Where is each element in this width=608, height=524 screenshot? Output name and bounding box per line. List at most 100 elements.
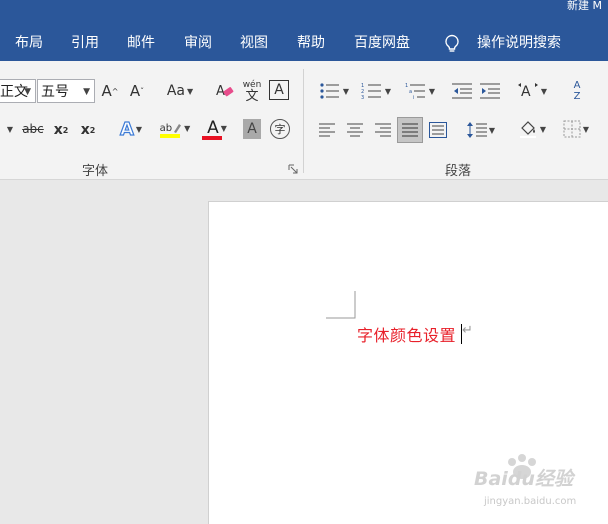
character-shading-button[interactable]: A [243, 119, 261, 139]
clear-formatting-button[interactable]: A [214, 79, 236, 103]
enclose-characters-button[interactable]: 字 [270, 119, 290, 139]
subscript-mark: 2 [62, 125, 69, 135]
text-effects-button[interactable]: A ▼ [113, 117, 149, 141]
chevron-down-icon: ▼ [24, 87, 31, 97]
chevron-down-icon: ▼ [488, 125, 496, 135]
subscript-icon: x [53, 122, 63, 138]
increase-indent-icon [480, 83, 500, 99]
character-spacing-button[interactable]: A ▼ [513, 79, 551, 103]
phonetic-guide-bottom: 文 [245, 89, 259, 104]
bullets-button[interactable]: ▼ [316, 79, 352, 103]
align-right-button[interactable] [373, 119, 393, 141]
font-color-icon: A [207, 118, 219, 138]
chevron-down-icon: ▼ [6, 124, 14, 134]
eraser-icon: A [216, 84, 234, 99]
enclose-characters-icon: 字 [274, 123, 286, 136]
borders-button[interactable]: ▼ [557, 117, 595, 141]
grow-font-button[interactable]: A ^ [100, 79, 120, 103]
superscript-icon: x [80, 122, 90, 138]
superscript-button[interactable]: x2 [78, 119, 98, 141]
margin-corner-mark [326, 291, 356, 319]
tab-layout[interactable]: 布局 [15, 34, 43, 52]
underline-dropdown[interactable]: ▼ [4, 119, 14, 139]
chevron-down-icon: ▼ [384, 86, 392, 96]
align-center-button[interactable] [345, 119, 365, 141]
tab-review[interactable]: 审阅 [184, 34, 212, 52]
decrease-indent-button[interactable] [451, 79, 473, 103]
tab-references[interactable]: 引用 [71, 34, 99, 52]
lightbulb-icon[interactable] [443, 34, 461, 54]
font-size-combo[interactable]: 五号 ▼ [37, 79, 95, 103]
font-size-value: 五号 [41, 84, 69, 100]
strikethrough-button[interactable]: abc [21, 119, 45, 139]
chevron-down-icon: ▼ [582, 124, 590, 134]
numbered-list-icon: 1 2 3 [361, 83, 381, 100]
align-left-button[interactable] [317, 119, 337, 141]
ribbon-home: 正文 ▼ 五号 ▼ A ^ Aˇ Aa ▼ A wén 文 A ▼ abc x2 x… [0, 61, 608, 180]
sort-bottom: Z [573, 91, 581, 102]
borders-icon [563, 120, 581, 138]
highlight-icon: ab [159, 122, 173, 134]
watermark-text: Baidu经验 [474, 468, 573, 490]
paragraph-group-label: 段落 [445, 164, 472, 179]
chevron-down-icon: ▼ [135, 124, 143, 134]
document-text[interactable]: 字体颜色设置 [357, 322, 456, 346]
title-bar: 新建 M [0, 0, 608, 12]
chevron-down-icon: ▼ [428, 86, 436, 96]
distributed-button[interactable] [428, 119, 448, 141]
justify-button[interactable] [397, 117, 423, 143]
font-dialog-launcher-icon[interactable] [288, 164, 298, 174]
chevron-down-icon: ▼ [342, 86, 350, 96]
shading-button[interactable]: ▼ [513, 117, 551, 141]
svg-text:A: A [521, 84, 531, 100]
line-spacing-button[interactable]: ▼ [463, 119, 499, 141]
svg-text:1: 1 [405, 83, 408, 89]
justify-icon [402, 123, 418, 137]
paragraph-mark: ↵ [462, 323, 473, 338]
svg-text:i: i [413, 95, 414, 100]
font-color-button[interactable]: A ▼ [199, 117, 235, 143]
shrink-font-icon: A [129, 82, 141, 100]
font-name-combo[interactable]: 正文 ▼ [0, 79, 36, 103]
shrink-font-button[interactable]: Aˇ [127, 79, 147, 103]
strikethrough-icon: abc [22, 122, 44, 136]
subscript-button[interactable]: x2 [51, 119, 71, 141]
phonetic-guide-button[interactable]: wén 文 [241, 77, 263, 105]
font-color-swatch [202, 136, 222, 140]
character-spacing-icon: A [517, 83, 538, 100]
tab-help[interactable]: 帮助 [297, 34, 325, 52]
character-border-button[interactable]: A [269, 80, 289, 100]
watermark-url: jingyan.baidu.com [484, 496, 577, 507]
chevron-down-icon: ▼ [220, 123, 227, 133]
increase-indent-button[interactable] [479, 79, 501, 103]
character-shading-icon: A [247, 121, 257, 137]
chevron-down-icon: ▼ [540, 86, 548, 96]
sort-button[interactable]: A Z [566, 77, 588, 105]
multilevel-list-button[interactable]: 1 a i ▼ [402, 79, 438, 103]
bullet-list-icon [320, 83, 339, 99]
paint-bucket-icon [519, 121, 536, 138]
ribbon-tabs: 布局 引用 邮件 审阅 视图 帮助 百度网盘 操作说明搜索 [0, 12, 608, 61]
group-separator [303, 69, 304, 173]
align-center-icon [347, 123, 363, 137]
highlight-button[interactable]: ab ▼ [156, 117, 194, 143]
change-case-button[interactable]: Aa ▼ [162, 79, 198, 103]
distributed-icon [429, 122, 447, 138]
tab-view[interactable]: 视图 [240, 34, 268, 52]
tell-me-search[interactable]: 操作说明搜索 [477, 34, 561, 52]
character-border-icon: A [274, 82, 284, 98]
tab-baidu-netdisk[interactable]: 百度网盘 [354, 34, 410, 52]
decrease-indent-icon [452, 83, 472, 99]
multilevel-list-icon: 1 a i [405, 83, 425, 100]
chevron-down-icon: ▼ [83, 87, 90, 97]
highlight-color-swatch [160, 134, 180, 138]
align-left-icon [319, 123, 335, 137]
change-case-icon: Aa [166, 83, 185, 99]
svg-text:3: 3 [361, 95, 364, 100]
line-spacing-icon [466, 122, 487, 138]
text-effects-icon: A [119, 118, 134, 140]
tab-mailings[interactable]: 邮件 [127, 34, 155, 52]
sort-top: A [573, 80, 581, 91]
numbering-button[interactable]: 1 2 3 ▼ [358, 79, 394, 103]
chevron-down-icon: ▼ [539, 124, 547, 134]
